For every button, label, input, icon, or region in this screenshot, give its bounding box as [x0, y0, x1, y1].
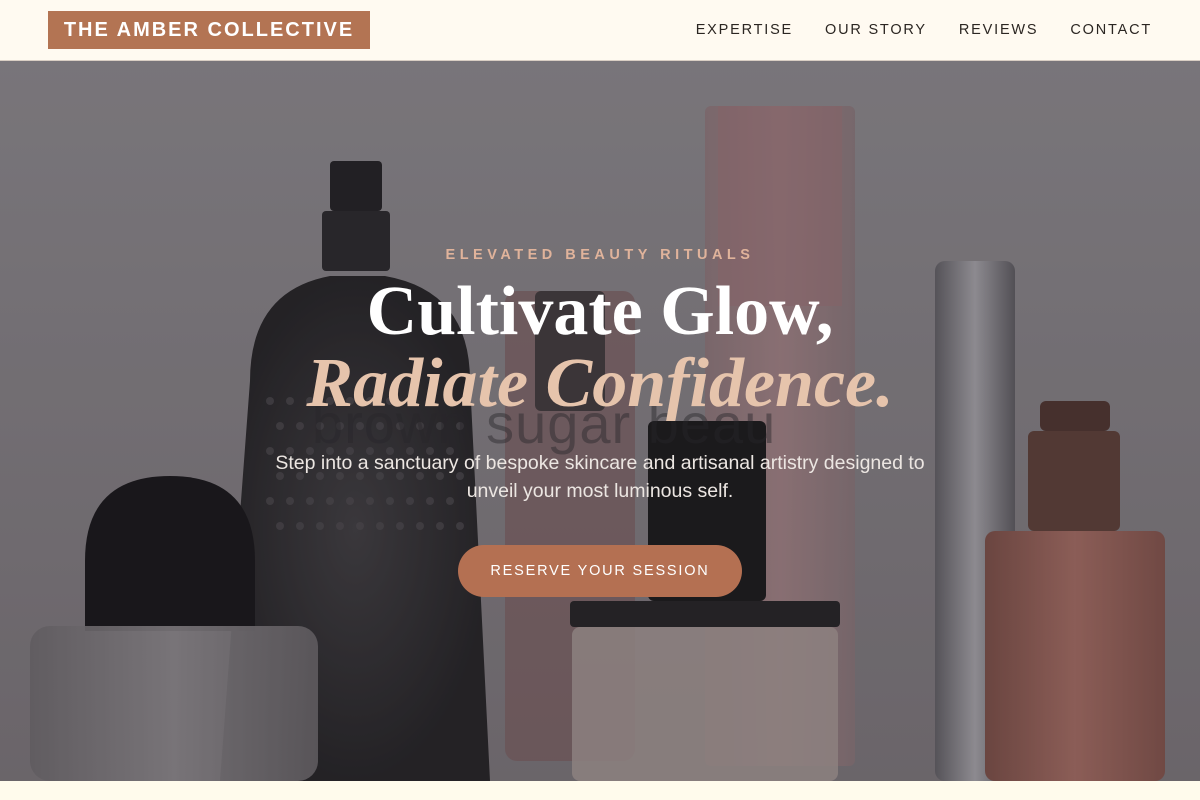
hero-title-line1: Cultivate Glow, [366, 273, 834, 350]
main-nav: EXPERTISE OUR STORY REVIEWS CONTACT [664, 0, 1152, 60]
nav-link-expertise[interactable]: EXPERTISE [696, 22, 793, 38]
hero-section: brown sugar beau ELEVATED BEAUTY RITUALS… [0, 61, 1200, 781]
nav-link-our-story[interactable]: OUR STORY [825, 22, 927, 38]
hero-title-line2: Radiate Confidence. [306, 345, 894, 422]
nav-link-contact[interactable]: CONTACT [1070, 22, 1152, 38]
hero-eyebrow: ELEVATED BEAUTY RITUALS [445, 247, 755, 263]
reserve-session-button[interactable]: RESERVE YOUR SESSION [458, 545, 742, 597]
hero-subtitle: Step into a sanctuary of bespoke skincar… [275, 452, 925, 502]
site-header: THE AMBER COLLECTIVE EXPERTISE OUR STORY… [0, 0, 1200, 61]
page-bottom-strip [0, 781, 1200, 800]
brand-logo[interactable]: THE AMBER COLLECTIVE [48, 11, 370, 49]
nav-link-reviews[interactable]: REVIEWS [959, 22, 1038, 38]
